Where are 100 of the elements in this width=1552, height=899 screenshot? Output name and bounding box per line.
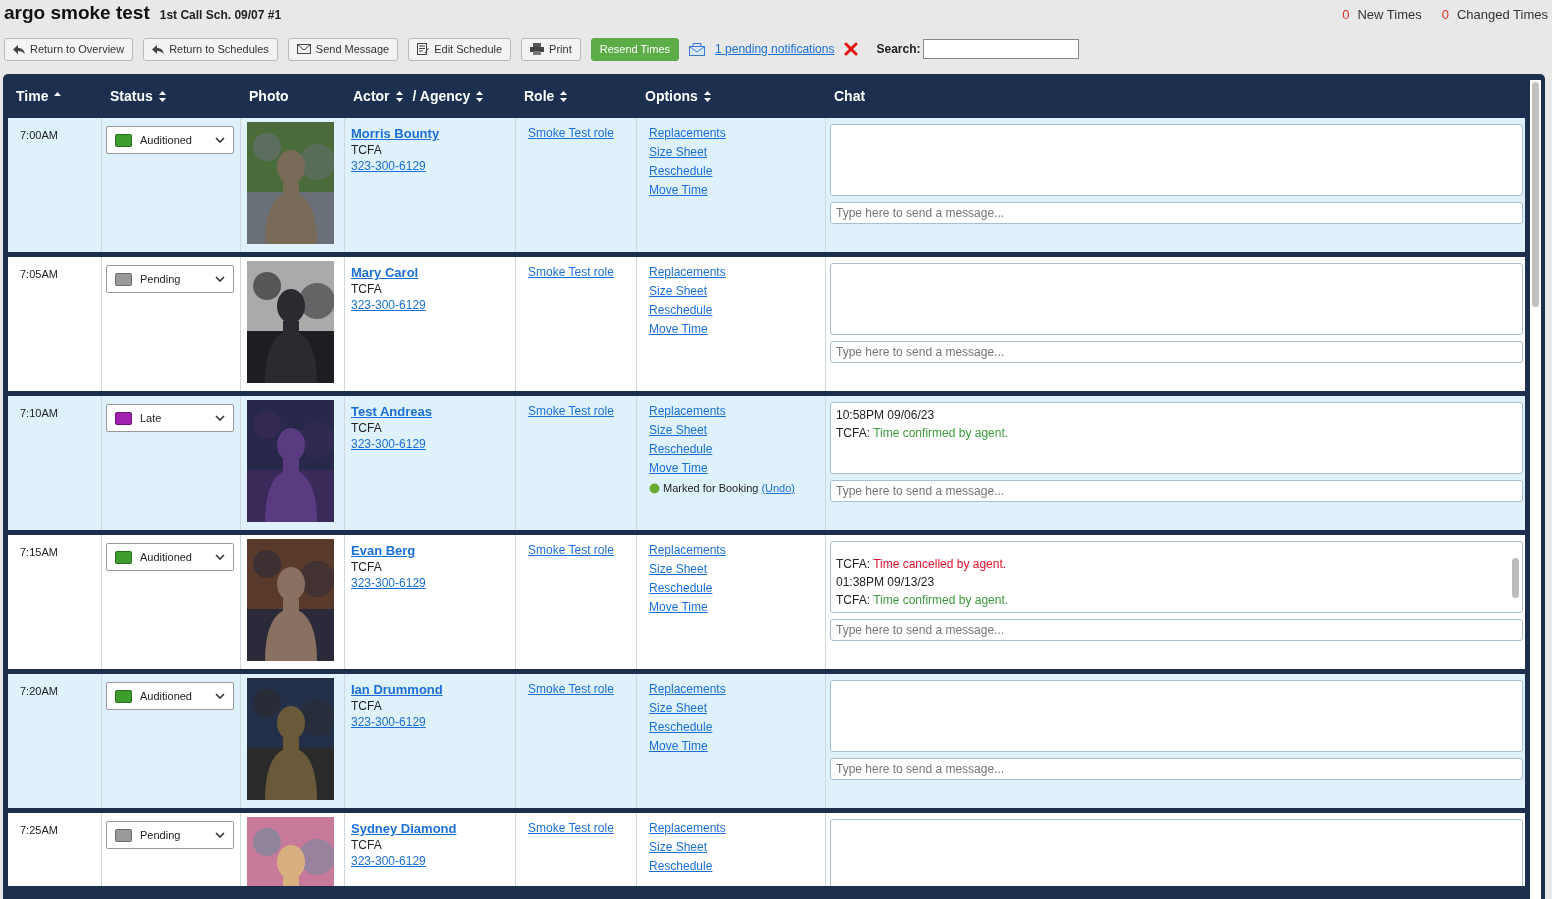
status-dropdown[interactable]: Pending <box>106 821 234 849</box>
time-cell-text: 7:15AM <box>19 545 59 558</box>
option-link[interactable]: Move Time <box>649 739 819 753</box>
actor-name-link[interactable]: Evan Berg <box>351 543 509 558</box>
actor-name-link[interactable]: Test Andreas <box>351 404 509 419</box>
option-link[interactable]: Reschedule <box>649 581 819 595</box>
sort-icon[interactable] <box>476 90 484 102</box>
message-field[interactable]: Type here to send a message... <box>830 758 1523 780</box>
role-link[interactable]: Smoke Test role <box>528 821 630 835</box>
chevron-down-icon <box>215 276 225 282</box>
option-link[interactable]: Replacements <box>649 404 819 418</box>
agency-name: TCFA <box>351 143 383 157</box>
sort-icon[interactable] <box>395 90 403 102</box>
option-link[interactable]: Size Sheet <box>649 145 819 159</box>
option-link[interactable]: Replacements <box>649 265 819 279</box>
envelope-icon[interactable] <box>689 42 706 56</box>
option-link[interactable]: Size Sheet <box>649 840 819 854</box>
option-link[interactable]: Reschedule <box>649 859 819 873</box>
option-link[interactable]: Reschedule <box>649 303 819 317</box>
schedule-name: 1st Call Sch. 09/07 #1 <box>159 8 282 22</box>
option-link[interactable]: Replacements <box>649 821 819 835</box>
counter-value: 0 <box>1441 7 1449 22</box>
chevron-down-icon <box>215 832 225 838</box>
chat-message: TCFA: Time cancelled by agent. <box>836 557 1008 571</box>
toolbar-button[interactable]: Print <box>521 37 581 61</box>
notifications-link[interactable]: 1 pending notifications <box>715 42 835 56</box>
role-link[interactable]: Smoke Test role <box>528 126 630 140</box>
printer-icon <box>530 43 545 55</box>
agency-name: TCFA <box>351 282 383 296</box>
phone-link[interactable]: 323-300-6129 <box>351 159 509 173</box>
phone-link[interactable]: 323-300-6129 <box>351 854 509 868</box>
column-header[interactable]: Options <box>645 88 711 104</box>
chat-timestamp: 10:58PM 09/06/23 <box>836 408 936 422</box>
option-link[interactable]: Reschedule <box>649 442 819 456</box>
role-link[interactable]: Smoke Test role <box>528 543 630 557</box>
mail-icon <box>296 44 311 54</box>
column-header[interactable]: Role <box>524 88 568 104</box>
status-dropdown[interactable]: Pending <box>106 265 234 293</box>
column-header[interactable]: Time <box>16 88 62 104</box>
chevron-down-icon <box>215 693 225 699</box>
option-link[interactable]: Size Sheet <box>649 562 819 576</box>
option-link[interactable]: Move Time <box>649 183 819 197</box>
option-link[interactable]: Size Sheet <box>649 423 819 437</box>
toolbar-button[interactable]: Return to Overview <box>4 37 134 61</box>
scrollbar-thumb[interactable] <box>1532 82 1539 307</box>
actor-name-link[interactable]: Morris Bounty <box>351 126 509 141</box>
chevron-down-icon <box>215 137 225 143</box>
time-cell-text: 7:05AM <box>19 267 59 280</box>
agency-name: TCFA <box>351 699 383 713</box>
phone-link[interactable]: 323-300-6129 <box>351 437 509 451</box>
message-field[interactable]: Type here to send a message... <box>830 480 1523 502</box>
actor-name-link[interactable]: Mary Carol <box>351 265 509 280</box>
option-link[interactable]: Size Sheet <box>649 284 819 298</box>
phone-link[interactable]: 323-300-6129 <box>351 576 509 590</box>
time-cell-text: 7:10AM <box>19 406 59 419</box>
sort-icon[interactable] <box>703 90 711 102</box>
role-link[interactable]: Smoke Test role <box>528 265 630 279</box>
message-field[interactable]: Type here to send a message... <box>830 619 1523 641</box>
phone-link[interactable]: 323-300-6129 <box>351 298 509 312</box>
role-link[interactable]: Smoke Test role <box>528 404 630 418</box>
edit-icon <box>417 43 430 55</box>
counter-label: New Times <box>1357 7 1422 22</box>
toolbar-button[interactable]: Edit Schedule <box>408 37 512 61</box>
status-dropdown[interactable]: Auditioned <box>106 682 234 710</box>
status-dropdown[interactable]: Auditioned <box>106 126 234 154</box>
status-dropdown[interactable]: Late <box>106 404 234 432</box>
option-link[interactable]: Reschedule <box>649 720 819 734</box>
option-link[interactable]: Replacements <box>649 126 819 140</box>
sort-ascending-icon[interactable] <box>54 92 62 96</box>
sort-icon[interactable] <box>560 90 568 102</box>
scrollbar[interactable] <box>1512 558 1519 598</box>
option-link[interactable]: Replacements <box>649 682 819 696</box>
message-field[interactable]: Type here to send a message... <box>830 341 1523 363</box>
option-link[interactable]: Move Time <box>649 600 819 614</box>
actor-name-link[interactable]: Ian Drummond <box>351 682 509 697</box>
message-field[interactable]: Type here to send a message... <box>830 202 1523 224</box>
column-header[interactable]: Status <box>110 88 166 104</box>
toolbar-button[interactable]: Resend Times <box>590 37 680 61</box>
sort-icon[interactable] <box>158 90 166 102</box>
role-link[interactable]: Smoke Test role <box>528 682 630 696</box>
chevron-down-icon <box>215 554 225 560</box>
chat-message: TCFA: Time confirmed by agent. <box>836 593 1010 607</box>
column-header[interactable]: / Agency <box>412 88 484 104</box>
phone-link[interactable]: 323-300-6129 <box>351 715 509 729</box>
toolbar-button[interactable]: Send Message <box>287 37 399 61</box>
undo-link[interactable]: (Undo) <box>761 482 795 494</box>
search-field[interactable] <box>922 39 1079 59</box>
actor-name-link[interactable]: Sydney Diamond <box>351 821 509 836</box>
status-dot-icon <box>649 482 660 494</box>
column-header[interactable]: Actor <box>353 88 403 104</box>
option-link[interactable]: Move Time <box>649 322 819 336</box>
back-arrow-icon <box>152 44 165 54</box>
toolbar-button[interactable]: Return to Schedules <box>143 37 278 61</box>
option-link[interactable]: Reschedule <box>649 164 819 178</box>
close-icon[interactable] <box>844 42 859 56</box>
option-link[interactable]: Move Time <box>649 461 819 475</box>
agency-name: TCFA <box>351 838 383 852</box>
status-dropdown[interactable]: Auditioned <box>106 543 234 571</box>
option-link[interactable]: Replacements <box>649 543 819 557</box>
option-link[interactable]: Size Sheet <box>649 701 819 715</box>
